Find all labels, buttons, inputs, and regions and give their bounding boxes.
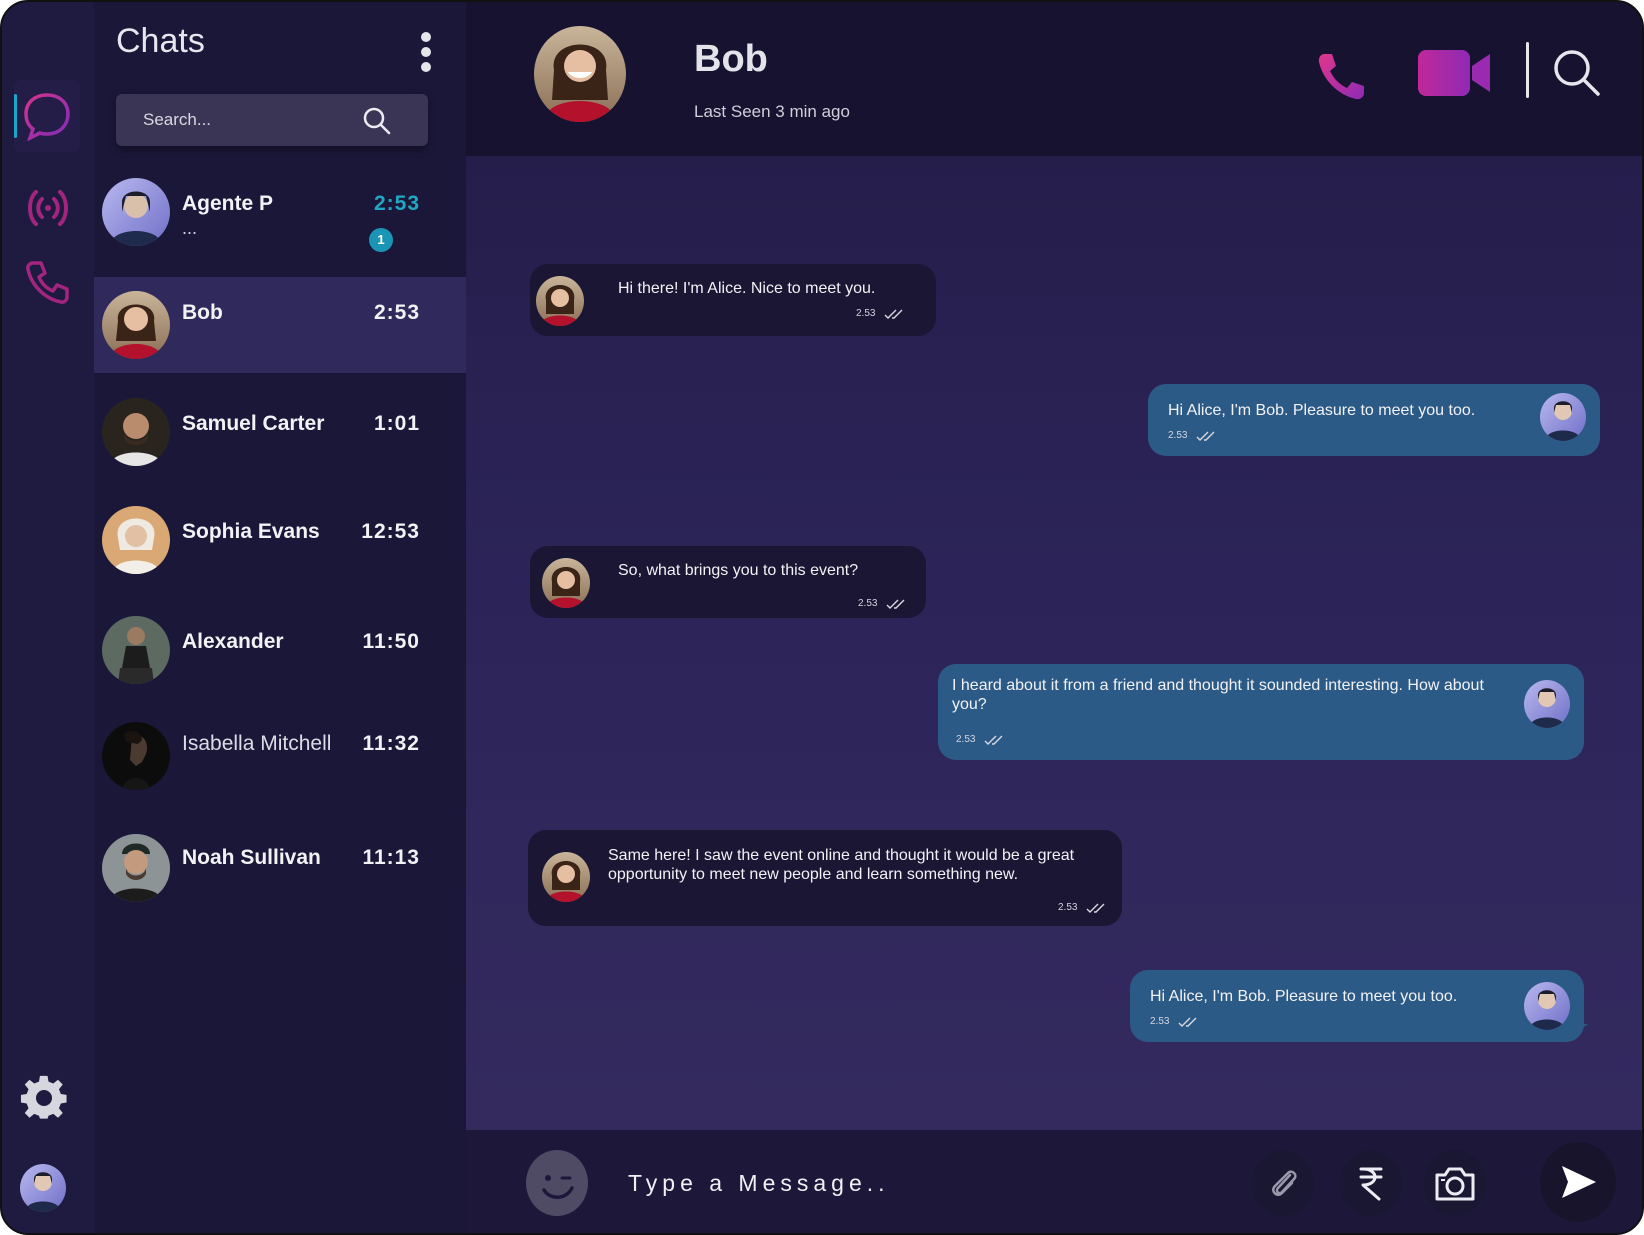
search-icon[interactable] (362, 106, 392, 136)
send-icon[interactable] (1540, 1142, 1616, 1222)
message-time: 2.53 (1150, 1016, 1170, 1027)
contact-isabella-mitchell[interactable]: Isabella Mitchell 11:32 (94, 708, 466, 818)
header-contact-name: Bob (694, 38, 768, 80)
sender-avatar (542, 558, 590, 608)
gear-icon[interactable] (20, 1074, 68, 1122)
double-check-icon (1178, 1016, 1202, 1028)
rail-item-broadcast[interactable] (2, 172, 94, 244)
message-bubble-incoming[interactable]: Hi there! I'm Alice. Nice to meet you. 2… (530, 264, 936, 336)
contact-name: Samuel Carter (182, 412, 325, 435)
message-input[interactable] (628, 1158, 1188, 1208)
rail-item-calls[interactable] (2, 246, 94, 318)
chat-list-title: Chats (116, 22, 205, 60)
message-composer (466, 1130, 1642, 1233)
message-time: 2.53 (956, 734, 976, 745)
double-check-icon (884, 308, 908, 320)
contact-time: 1:01 (373, 412, 420, 435)
contact-avatar (102, 506, 170, 574)
sender-avatar (536, 276, 584, 326)
double-check-icon (886, 598, 910, 610)
chat-bubble-icon (22, 91, 72, 141)
camera-icon[interactable] (1424, 1150, 1486, 1216)
search-input[interactable] (116, 94, 366, 146)
bubble-tail (1566, 1024, 1588, 1040)
contact-name: Agente P (182, 192, 274, 215)
contact-avatar (102, 616, 170, 684)
message-text: Hi there! I'm Alice. Nice to meet you. (618, 280, 876, 297)
conversation-area: Hi there! I'm Alice. Nice to meet you. 2… (466, 156, 1642, 1130)
phone-icon (23, 257, 73, 307)
contact-name: Bob (182, 301, 223, 324)
contact-avatar (102, 291, 170, 359)
sender-avatar (542, 852, 590, 902)
message-preview: ... (182, 218, 198, 238)
contact-name: Noah Sullivan (182, 846, 321, 869)
search-box (116, 94, 428, 146)
chat-list-panel: Chats Agente P ... 2:53 1 Bob 2:53 (94, 2, 466, 1233)
message-time: 2.53 (856, 308, 876, 319)
message-text: Hi Alice, I'm Bob. Pleasure to meet you … (1150, 988, 1458, 1005)
attachment-icon[interactable] (1252, 1150, 1314, 1216)
message-bubble-outgoing[interactable]: Hi Alice, I'm Bob. Pleasure to meet you … (1148, 384, 1600, 456)
message-text: I heard about it from a friend and thoug… (952, 677, 1484, 713)
contact-bob[interactable]: Bob 2:53 (94, 277, 466, 373)
message-bubble-incoming[interactable]: Same here! I saw the event online and th… (528, 830, 1122, 926)
last-seen-status: Last Seen 3 min ago (694, 102, 850, 121)
contact-agente-p[interactable]: Agente P ... 2:53 1 (94, 168, 466, 278)
video-camera-icon[interactable] (1416, 46, 1492, 100)
message-text: Hi Alice, I'm Bob. Pleasure to meet you … (1168, 402, 1476, 419)
contact-name: Alexander (182, 630, 284, 653)
phone-icon[interactable] (1314, 48, 1370, 104)
contact-avatar (102, 398, 170, 466)
chat-app-window: Chats Agente P ... 2:53 1 Bob 2:53 (0, 0, 1644, 1235)
header-divider (1526, 42, 1529, 98)
message-time: 2.53 (1058, 902, 1078, 913)
contact-avatar (102, 178, 170, 246)
contact-name: Sophia Evans (182, 520, 320, 543)
chat-header: Bob Last Seen 3 min ago (466, 2, 1642, 156)
message-time: 2.53 (1168, 430, 1188, 441)
message-text: Same here! I saw the event online and th… (608, 847, 1075, 883)
double-check-icon (984, 734, 1008, 746)
contact-sophia-evans[interactable]: Sophia Evans 12:53 (94, 496, 466, 606)
contact-time: 11:50 (362, 630, 420, 653)
contact-avatar (102, 834, 170, 902)
contact-time: 12:53 (361, 520, 420, 543)
unread-badge: 1 (369, 228, 393, 252)
emoji-icon[interactable] (526, 1150, 588, 1216)
kebab-menu-icon[interactable] (416, 32, 436, 72)
contact-avatar (102, 722, 170, 790)
user-avatar[interactable] (20, 1164, 66, 1212)
contact-noah-sullivan[interactable]: Noah Sullivan 11:13 (94, 822, 466, 932)
search-icon[interactable] (1552, 48, 1602, 98)
double-check-icon (1196, 430, 1220, 442)
rail-item-chats[interactable] (14, 80, 80, 152)
double-check-icon (1086, 902, 1110, 914)
header-avatar[interactable] (534, 26, 626, 122)
message-bubble-incoming[interactable]: So, what brings you to this event? 2.53 (530, 546, 926, 618)
message-bubble-outgoing[interactable]: Hi Alice, I'm Bob. Pleasure to meet you … (1130, 970, 1584, 1042)
contact-time: 11:32 (362, 732, 420, 755)
sender-avatar (1524, 680, 1570, 728)
contact-time: 2:53 (373, 192, 420, 215)
message-text: So, what brings you to this event? (618, 562, 859, 579)
contact-name: Isabella Mitchell (182, 732, 332, 755)
contact-samuel-carter[interactable]: Samuel Carter 1:01 (94, 388, 466, 498)
contact-time: 2:53 (373, 301, 420, 324)
sender-avatar (1524, 982, 1570, 1030)
contact-alexander[interactable]: Alexander 11:50 (94, 606, 466, 716)
navigation-rail (2, 2, 94, 1233)
message-bubble-outgoing[interactable]: I heard about it from a friend and thoug… (938, 664, 1584, 760)
rupee-icon[interactable] (1340, 1150, 1402, 1216)
broadcast-icon (22, 182, 74, 234)
message-time: 2.53 (858, 598, 878, 609)
contact-time: 11:13 (362, 846, 420, 869)
sender-avatar (1540, 393, 1586, 441)
